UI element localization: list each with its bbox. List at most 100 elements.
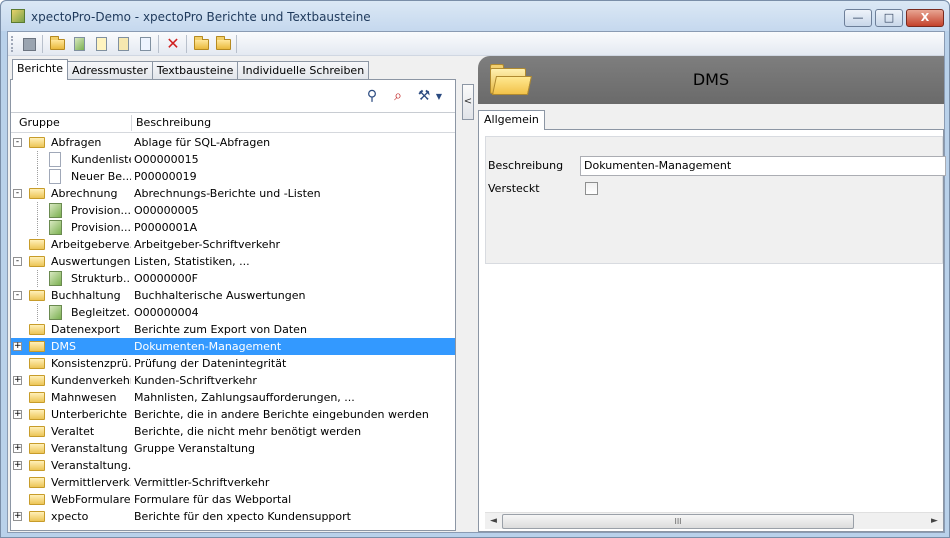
tree-row-description: O00000015: [134, 153, 199, 166]
tree-row[interactable]: - Buchhaltung Buchhalterische Auswertungen: [11, 287, 455, 304]
tree-row[interactable]: Arbeitgeberve...Arbeitgeber-Schriftverke…: [11, 236, 455, 253]
scroll-thumb[interactable]: III: [502, 514, 854, 529]
beschreibung-field[interactable]: Dokumenten-Management: [580, 156, 946, 176]
folder-new-icon[interactable]: [214, 35, 232, 53]
tree-row[interactable]: Strukturb... O0000000F: [11, 270, 455, 287]
expand-icon[interactable]: +: [13, 512, 22, 521]
toolbar-grip[interactable]: [11, 36, 14, 52]
maximize-button[interactable]: □: [875, 9, 903, 27]
collapse-icon[interactable]: -: [13, 291, 22, 300]
tree-row-description: O00000004: [134, 306, 199, 319]
open-folder-icon[interactable]: [48, 35, 66, 53]
tree-row[interactable]: - Abrechnung Abrechnungs-Berichte und -Lis…: [11, 185, 455, 202]
tree-row-name: Mahnwesen: [51, 391, 117, 404]
expand-icon[interactable]: +: [13, 342, 22, 351]
tab-individuelle-schreiben[interactable]: Individuelle Schreiben: [237, 61, 370, 80]
folder-icon: [29, 341, 45, 352]
tree-row-description: Arbeitgeber-Schriftverkehr: [134, 238, 281, 251]
collapse-panel-button[interactable]: <: [462, 84, 474, 120]
document-icon: [49, 152, 61, 167]
expand-icon[interactable]: +: [13, 410, 22, 419]
tree-row[interactable]: Mahnwesen Mahnlisten, Zahlungsaufforderun…: [11, 389, 455, 406]
collapse-icon[interactable]: -: [13, 257, 22, 266]
tree-row[interactable]: + Veranstaltung Gruppe Veranstaltung: [11, 440, 455, 457]
report-file-icon: [49, 220, 62, 235]
versteckt-checkbox[interactable]: [585, 182, 598, 195]
title-bar[interactable]: xpectoPro-Demo - xpectoPro Berichte und …: [1, 1, 949, 31]
beschreibung-label: Beschreibung: [488, 159, 564, 172]
save-icon[interactable]: [20, 35, 38, 53]
tree-row[interactable]: Neuer Be... P00000019: [11, 168, 455, 185]
tree-line: [37, 168, 38, 185]
tree-row-description: Berichte, die in andere Berichte eingebu…: [134, 408, 429, 421]
scroll-right-arrow[interactable]: ►: [926, 513, 943, 530]
tree-row-name: Kundenverkehr: [51, 374, 131, 387]
folder-open-icon[interactable]: [192, 35, 210, 53]
spellcheck-icon[interactable]: [114, 35, 132, 53]
copy-icon[interactable]: [92, 35, 110, 53]
tab-allgemein[interactable]: Allgemein: [478, 110, 545, 130]
folder-icon: [29, 426, 45, 437]
delete-icon[interactable]: ✕: [164, 35, 182, 53]
tree-row[interactable]: + DMS Dokumenten-Management: [11, 338, 455, 355]
report-icon[interactable]: [70, 35, 88, 53]
tree-row[interactable]: + Unterberichte Berichte, die in andere Be…: [11, 406, 455, 423]
tree-row[interactable]: Begleitzet... O00000004: [11, 304, 455, 321]
column-header-gruppe[interactable]: Gruppe: [19, 116, 60, 129]
detail-panel: Beschreibung Dokumenten-Management Verst…: [478, 129, 946, 532]
tree-row-name: Neuer Be...: [71, 170, 131, 183]
report-file-icon: [49, 203, 62, 218]
column-header-beschreibung[interactable]: Beschreibung: [136, 116, 211, 129]
tree-row[interactable]: Vermittlerverk...Vermittler-Schriftverke…: [11, 474, 455, 491]
tools-icon[interactable]: ⚒: [415, 87, 433, 105]
document-icon: [49, 169, 61, 184]
scroll-left-arrow[interactable]: ◄: [485, 513, 502, 530]
tab-berichte[interactable]: Berichte: [12, 59, 68, 80]
tree-row-name: Buchhaltung: [51, 289, 121, 302]
tree-row-description: Buchhalterische Auswertungen: [134, 289, 306, 302]
tree-row[interactable]: - Abfragen Ablage für SQL-Abfragen: [11, 134, 455, 151]
toolbar-separator: [186, 35, 187, 53]
tree-row[interactable]: Provision... O00000005: [11, 202, 455, 219]
minimize-button[interactable]: —: [844, 9, 872, 27]
expand-icon[interactable]: +: [13, 461, 22, 470]
expand-icon[interactable]: +: [13, 376, 22, 385]
horizontal-scrollbar[interactable]: ◄ III ►: [485, 512, 943, 529]
tree-row-name: Strukturb...: [71, 272, 131, 285]
folder-icon: [29, 188, 45, 199]
left-pane: Berichte Adressmuster Textbausteine Indi…: [10, 59, 458, 531]
tree-row[interactable]: Provision... P0000001A: [11, 219, 455, 236]
tree-row-name: Abrechnung: [51, 187, 118, 200]
folder-icon: [29, 392, 45, 403]
tree-row-description: O0000000F: [134, 272, 198, 285]
tree-row[interactable]: Konsistenzprü... Prüfung der Datenintegri…: [11, 355, 455, 372]
tab-adressmuster[interactable]: Adressmuster: [67, 61, 153, 80]
tree-row-description: Vermittler-Schriftverkehr: [134, 476, 270, 489]
report-tree[interactable]: Gruppe Beschreibung - Abfragen Ablage für …: [11, 112, 455, 530]
folder-icon: [29, 137, 45, 148]
tree-row-description: Berichte, die nicht mehr benötigt werden: [134, 425, 362, 438]
tree-row[interactable]: Datenexport Berichte zum Export von Daten: [11, 321, 455, 338]
chevron-down-icon[interactable]: ▼: [434, 87, 444, 105]
edit-icon[interactable]: [136, 35, 154, 53]
tree-row[interactable]: + Kundenverkehr Kunden-Schriftverkehr: [11, 372, 455, 389]
collapse-icon[interactable]: -: [13, 138, 22, 147]
search-bar: ⚲ ⌕ ⚒ ▼: [11, 80, 455, 110]
tree-row[interactable]: + Veranstaltung...: [11, 457, 455, 474]
report-file-icon: [49, 305, 62, 320]
clear-search-icon[interactable]: ⌕: [389, 87, 407, 105]
tree-row-name: Datenexport: [51, 323, 120, 336]
column-divider[interactable]: [131, 115, 132, 131]
tree-row-description: Mahnlisten, Zahlungsaufforderungen, ...: [134, 391, 355, 404]
collapse-icon[interactable]: -: [13, 189, 22, 198]
tree-row[interactable]: Kundenliste O00000015: [11, 151, 455, 168]
close-button[interactable]: X: [906, 9, 944, 27]
tree-row[interactable]: + xpecto Berichte für den xpecto Kundensup…: [11, 508, 455, 525]
tree-row[interactable]: Veraltet Berichte, die nicht mehr benötig…: [11, 423, 455, 440]
search-icon[interactable]: ⚲: [363, 87, 381, 105]
tree-row[interactable]: - Auswertungen Listen, Statistiken, ...: [11, 253, 455, 270]
tree-row[interactable]: WebFormulare Formulare für das Webportal: [11, 491, 455, 508]
expand-icon[interactable]: +: [13, 444, 22, 453]
tab-textbausteine[interactable]: Textbausteine: [151, 61, 239, 80]
general-group: Beschreibung Dokumenten-Management Verst…: [485, 136, 946, 264]
